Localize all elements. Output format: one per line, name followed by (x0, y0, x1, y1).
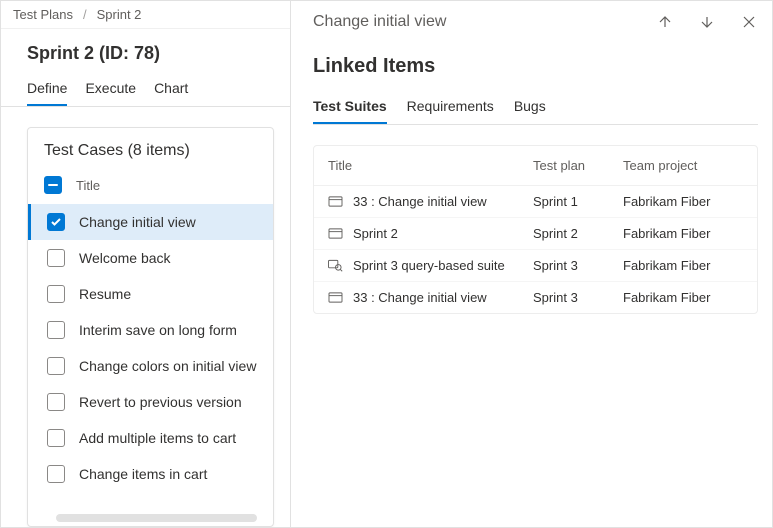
table-row[interactable]: 33 : Change initial view Sprint 1Fabrikam… (314, 186, 757, 217)
checkbox[interactable] (47, 429, 65, 447)
side-panel-header: Change initial view (313, 13, 758, 31)
col-title[interactable]: Title (328, 158, 533, 173)
query-suite-icon (328, 259, 343, 272)
breadcrumb-separator: / (83, 7, 87, 22)
close-icon[interactable] (740, 13, 758, 31)
list-item[interactable]: Change items in cart (28, 456, 273, 492)
list-item-label: Change colors on initial view (79, 358, 256, 374)
table-header: Title Test plan Team project (314, 146, 757, 186)
table-row[interactable]: 33 : Change initial view Sprint 3Fabrikam… (314, 281, 757, 313)
list-item-label: Revert to previous version (79, 394, 242, 410)
tab-test-suites[interactable]: Test Suites (313, 92, 387, 124)
left-pane: Test Plans / Sprint 2 Sprint 2 (ID: 78) … (1, 1, 291, 527)
horizontal-scrollbar[interactable] (56, 514, 257, 522)
table-row[interactable]: Sprint 3 query-based suite Sprint 3Fabrik… (314, 249, 757, 281)
tab-requirements[interactable]: Requirements (407, 92, 494, 124)
list-item[interactable]: Add multiple items to cart (28, 420, 273, 456)
list-item[interactable]: Resume (28, 276, 273, 312)
list-item-label: Welcome back (79, 250, 171, 266)
checkbox[interactable] (47, 285, 65, 303)
checkbox[interactable] (47, 465, 65, 483)
checkbox[interactable] (47, 249, 65, 267)
table-row[interactable]: Sprint 2Sprint 2Fabrikam Fiber (314, 217, 757, 249)
linked-items-table: Title Test plan Team project 33 : Change… (313, 145, 758, 314)
breadcrumb: Test Plans / Sprint 2 (1, 1, 290, 29)
test-cases-card: Test Cases (8 items) Title Change initia… (27, 127, 274, 527)
breadcrumb-current[interactable]: Sprint 2 (97, 7, 142, 22)
col-test-plan[interactable]: Test plan (533, 158, 623, 173)
col-team-project[interactable]: Team project (623, 158, 743, 173)
test-cases-list: Change initial view Welcome back Resume Int… (28, 204, 273, 506)
tab-execute[interactable]: Execute (85, 74, 136, 106)
list-item-label: Interim save on long form (79, 322, 237, 338)
table-body: 33 : Change initial viewSprint 1Fabrikam… (314, 186, 757, 313)
suite-title: Sprint 3 query-based suite (353, 258, 505, 273)
test-cases-column-header: Title (28, 172, 273, 204)
side-panel: Change initial view Linked Items Test Su… (291, 1, 772, 527)
team-project-cell: Fabrikam Fiber (623, 194, 743, 209)
column-title-label: Title (76, 178, 100, 193)
suite-title: 33 : Change initial view (353, 194, 487, 209)
page-title: Sprint 2 (ID: 78) (1, 29, 290, 74)
checkbox[interactable] (47, 393, 65, 411)
suite-title-cell: 33 : Change initial view (328, 290, 533, 305)
list-item[interactable]: Change colors on initial view (28, 348, 273, 384)
static-suite-icon (328, 291, 343, 304)
list-item[interactable]: Revert to previous version (28, 384, 273, 420)
list-item-label: Change initial view (79, 214, 196, 230)
team-project-cell: Fabrikam Fiber (623, 290, 743, 305)
list-item[interactable]: Change initial view (28, 204, 273, 240)
test-plan-cell: Sprint 2 (533, 226, 623, 241)
list-item-label: Add multiple items to cart (79, 430, 236, 446)
tab-define[interactable]: Define (27, 74, 67, 106)
team-project-cell: Fabrikam Fiber (623, 258, 743, 273)
static-suite-icon (328, 195, 343, 208)
side-panel-title: Change initial view (313, 13, 446, 31)
linked-items-tabs: Test Suites Requirements Bugs (313, 92, 758, 125)
breadcrumb-root[interactable]: Test Plans (13, 7, 73, 22)
list-item-label: Change items in cart (79, 466, 207, 482)
suite-title-cell: Sprint 3 query-based suite (328, 258, 533, 273)
suite-title: 33 : Change initial view (353, 290, 487, 305)
list-item[interactable]: Welcome back (28, 240, 273, 276)
tab-bugs[interactable]: Bugs (514, 92, 546, 124)
checkbox[interactable] (47, 321, 65, 339)
side-panel-actions (656, 13, 758, 31)
static-suite-icon (328, 227, 343, 240)
linked-items-header: Linked Items (313, 55, 758, 78)
suite-title-cell: Sprint 2 (328, 226, 533, 241)
suite-title-cell: 33 : Change initial view (328, 194, 533, 209)
list-item[interactable]: Interim save on long form (28, 312, 273, 348)
checkbox[interactable] (47, 357, 65, 375)
left-tabs: Define Execute Chart (1, 74, 290, 107)
test-plan-cell: Sprint 1 (533, 194, 623, 209)
select-all-checkbox[interactable] (44, 176, 62, 194)
test-plan-cell: Sprint 3 (533, 258, 623, 273)
tab-chart[interactable]: Chart (154, 74, 188, 106)
list-item-label: Resume (79, 286, 131, 302)
test-cases-header: Test Cases (8 items) (28, 128, 273, 172)
team-project-cell: Fabrikam Fiber (623, 226, 743, 241)
arrow-down-icon[interactable] (698, 13, 716, 31)
arrow-up-icon[interactable] (656, 13, 674, 31)
test-plan-cell: Sprint 3 (533, 290, 623, 305)
suite-title: Sprint 2 (353, 226, 398, 241)
checkbox[interactable] (47, 213, 65, 231)
